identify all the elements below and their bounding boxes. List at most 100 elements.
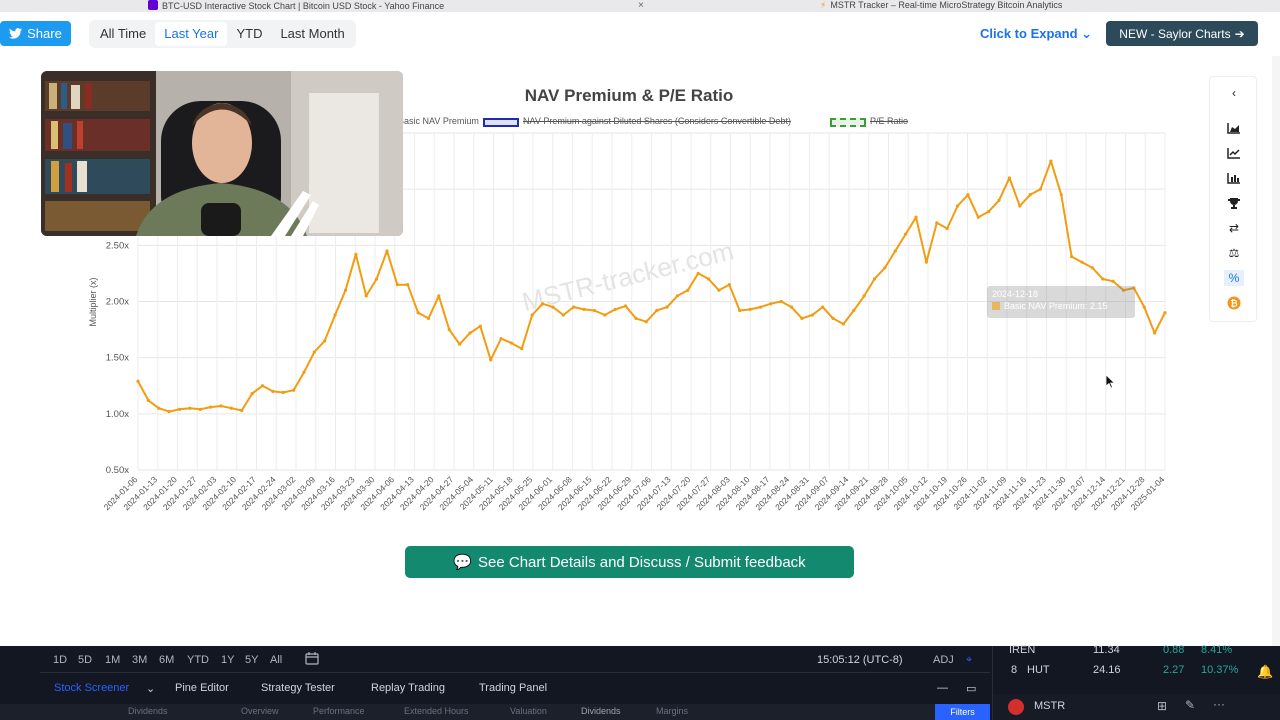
data-point (831, 316, 835, 320)
chevron-left-icon[interactable]: ‹ (1224, 85, 1244, 101)
data-point (987, 210, 991, 214)
settings-icon[interactable]: ⌖ (966, 654, 972, 667)
grid-icon[interactable]: ⊞ (1157, 699, 1167, 713)
legend-pe-ratio[interactable]: P/E Ratio (870, 116, 908, 126)
data-point (343, 288, 348, 292)
data-point (904, 232, 908, 236)
tab-replay-trading[interactable]: Replay Trading (371, 682, 445, 694)
clock-readout: 15:05:12 (UTC-8) (817, 654, 903, 666)
timeframe-6m[interactable]: 6M (159, 654, 174, 666)
calendar-icon[interactable] (305, 652, 319, 668)
column-dividends-active[interactable]: Dividends (581, 706, 621, 716)
bell-icon[interactable]: 🔔 (1257, 664, 1273, 680)
timeframe-5d[interactable]: 5D (78, 654, 92, 666)
y-tick-label: 1.00x (106, 409, 129, 420)
data-point (323, 339, 327, 343)
ticker-change: 0.88 (1163, 644, 1185, 656)
data-point (1028, 193, 1032, 197)
data-point (779, 299, 783, 304)
data-point (924, 260, 929, 264)
legend-basic-nav[interactable]: Basic NAV Premium (398, 116, 479, 126)
y-axis-label: Multiplier (x) (88, 277, 98, 326)
data-point (478, 324, 482, 328)
timeframe-3m[interactable]: 3M (132, 654, 147, 666)
column-dividends[interactable]: Dividends (128, 706, 168, 716)
data-point (157, 406, 161, 410)
data-point (1142, 305, 1146, 309)
scale-icon[interactable]: ⚖ (1224, 245, 1244, 261)
data-point (644, 320, 648, 324)
data-point (406, 283, 410, 287)
data-point (810, 313, 814, 317)
y-tick-label: 2.00x (106, 297, 129, 308)
bitcoin-icon[interactable]: ₿ (1224, 295, 1244, 311)
ticker-icon: 8 (1011, 664, 1018, 676)
data-point (976, 215, 980, 219)
data-point (385, 249, 389, 253)
tab-strategy-tester[interactable]: Strategy Tester (261, 682, 335, 694)
column-valuation[interactable]: Valuation (510, 706, 547, 716)
column-margins[interactable]: Margins (656, 706, 688, 716)
data-point (250, 392, 254, 396)
data-point (312, 350, 316, 354)
data-point (509, 341, 514, 345)
timeframe-1y[interactable]: 1Y (221, 654, 234, 666)
legend-diluted-nav[interactable]: NAV Premium against Diluted Shares (Cons… (523, 116, 791, 126)
data-point (572, 305, 576, 309)
percent-icon[interactable]: % (1224, 270, 1244, 286)
data-point (706, 277, 711, 281)
column-performance[interactable]: Performance (313, 706, 365, 716)
data-point (686, 288, 690, 292)
symbol-name[interactable]: MSTR (1034, 700, 1065, 712)
data-point (395, 283, 399, 287)
line-chart-icon[interactable] (1224, 145, 1244, 161)
chart-type-panel: ‹ ⇄ ⚖ % ₿ (1209, 76, 1257, 322)
data-point (1049, 159, 1053, 163)
mstr-logo-icon (1008, 699, 1024, 715)
chart-details-button[interactable]: 💬 See Chart Details and Discuss / Submit… (405, 546, 854, 578)
minimize-icon[interactable]: — (937, 682, 948, 694)
swap-icon[interactable]: ⇄ (1224, 220, 1244, 236)
divider (40, 672, 990, 673)
data-point (862, 294, 866, 298)
filters-button[interactable]: Filters (935, 704, 990, 720)
page-scrollbar[interactable] (1272, 56, 1280, 646)
data-point (426, 316, 431, 320)
bar-chart-icon[interactable] (1224, 170, 1244, 186)
chevron-down-icon[interactable]: ⌄ (146, 682, 155, 695)
data-point (1163, 311, 1167, 315)
chart-tooltip: 2024-12-18 Basic NAV Premium: 2.15 (987, 286, 1135, 318)
tab-stock-screener[interactable]: Stock Screener (54, 682, 129, 694)
data-point (748, 307, 752, 311)
timeframe-ytd[interactable]: YTD (187, 654, 209, 666)
data-point (281, 390, 285, 395)
timeframe-1m[interactable]: 1M (105, 654, 120, 666)
area-chart-icon[interactable] (1224, 120, 1244, 136)
data-point (758, 305, 763, 309)
trophy-icon[interactable] (1224, 195, 1244, 211)
data-point (292, 388, 296, 392)
watchlist: IREN 11.34 0.88 8.41% 8 HUT 24.16 2.27 1… (992, 644, 1280, 720)
tab-trading-panel[interactable]: Trading Panel (479, 682, 547, 694)
ticker-price: 11.34 (1093, 644, 1120, 656)
adj-toggle[interactable]: ADJ (933, 654, 954, 666)
maximize-icon[interactable]: ▭ (966, 682, 976, 695)
edit-icon[interactable]: ✎ (1185, 698, 1195, 712)
tab-pine-editor[interactable]: Pine Editor (175, 682, 229, 694)
data-point (188, 406, 192, 410)
data-point (540, 302, 545, 306)
column-extended-hours[interactable]: Extended Hours (404, 706, 469, 716)
more-icon[interactable]: ··· (1213, 697, 1225, 711)
watchlist-row[interactable]: IREN 11.34 0.88 8.41% (993, 644, 1243, 660)
timeframe-all[interactable]: All (270, 654, 282, 666)
data-point (955, 204, 960, 208)
column-overview[interactable]: Overview (241, 706, 279, 716)
timeframe-1d[interactable]: 1D (53, 654, 67, 666)
webcam-overlay (41, 71, 403, 236)
y-tick-label: 2.50x (106, 240, 129, 251)
data-point (852, 308, 856, 313)
timeframe-5y[interactable]: 5Y (245, 654, 258, 666)
data-point (634, 316, 638, 320)
watchlist-row[interactable]: 8 HUT 24.16 2.27 10.37% (993, 662, 1243, 678)
data-point (167, 409, 171, 414)
